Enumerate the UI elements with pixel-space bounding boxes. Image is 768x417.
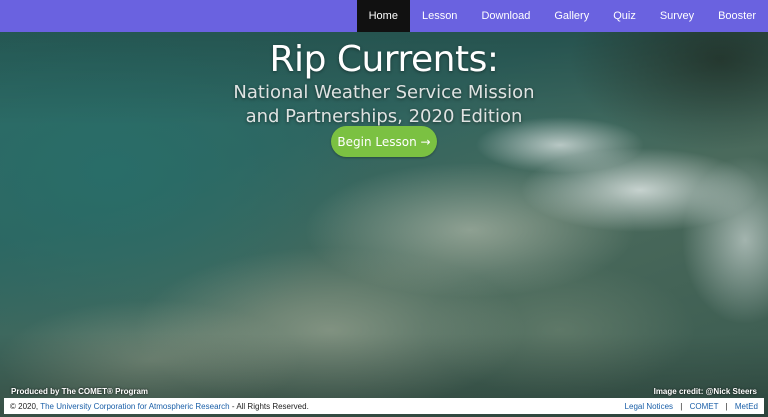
- copyright-suffix: - All Rights Reserved.: [231, 401, 309, 411]
- meted-link[interactable]: MetEd: [735, 402, 758, 411]
- hero-title-block: Rip Currents: National Weather Service M…: [0, 40, 768, 128]
- nav-quiz[interactable]: Quiz: [601, 0, 648, 32]
- page-title: Rip Currents:: [269, 39, 499, 80]
- nav-home[interactable]: Home: [356, 0, 410, 32]
- top-navbar: Home Lesson Download Gallery Quiz Survey…: [0, 0, 768, 32]
- ucar-link[interactable]: The University Corporation for Atmospher…: [40, 402, 229, 411]
- nav-booster[interactable]: Booster: [706, 0, 768, 32]
- comet-link[interactable]: COMET: [690, 402, 719, 411]
- page-subtitle-line1: National Weather Service Mission: [233, 82, 535, 103]
- footer-copyright: © 2020, The University Corporation for A…: [10, 402, 309, 411]
- legal-notices-link[interactable]: Legal Notices: [625, 402, 673, 411]
- produced-by-caption: Produced by The COMET® Program: [11, 387, 149, 396]
- footer-separator: |: [725, 401, 728, 411]
- copyright-prefix: © 2020,: [10, 401, 39, 411]
- nav-gallery[interactable]: Gallery: [542, 0, 601, 32]
- footer-links: Legal Notices | COMET | MetEd: [625, 402, 758, 411]
- nav-download[interactable]: Download: [469, 0, 542, 32]
- footer-bar: © 2020, The University Corporation for A…: [4, 398, 764, 414]
- nav-survey[interactable]: Survey: [648, 0, 706, 32]
- page-subtitle-line2: and Partnerships, 2020 Edition: [245, 106, 523, 127]
- nav-lesson[interactable]: Lesson: [410, 0, 469, 32]
- footer-separator: |: [680, 401, 683, 411]
- begin-lesson-button[interactable]: Begin Lesson →: [331, 126, 437, 157]
- image-credit-caption: Image credit: @Nick Steers: [653, 387, 757, 396]
